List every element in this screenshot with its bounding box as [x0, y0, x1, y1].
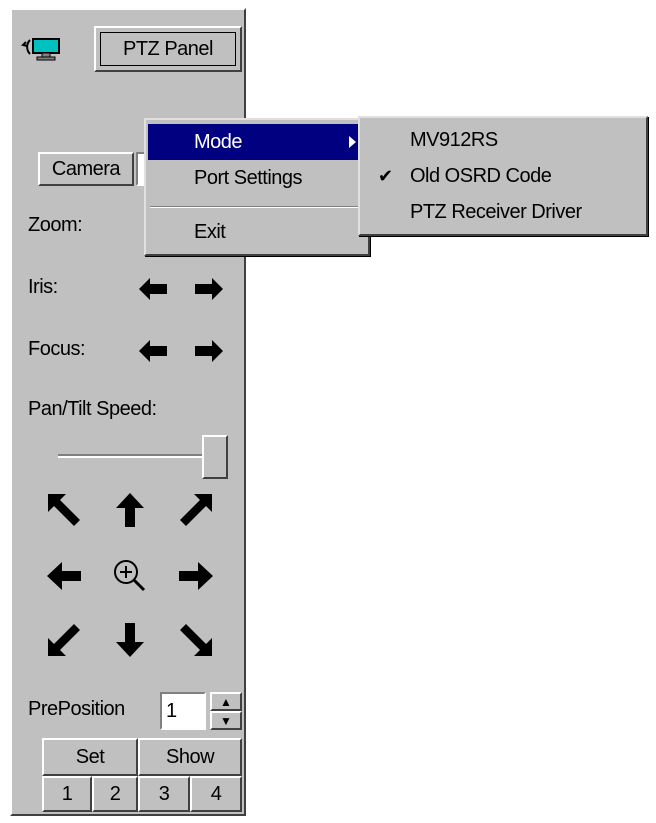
iris-right-button[interactable]	[192, 272, 226, 306]
mode-submenu: MV912RS ✔ Old OSRD Code PTZ Receiver Dri…	[358, 116, 648, 236]
arrow-up-icon	[116, 493, 144, 527]
preposition-input[interactable]: 1	[160, 692, 206, 730]
focus-right-button[interactable]	[192, 334, 226, 368]
preset-button-4[interactable]: 4	[190, 776, 242, 812]
pan-tilt-speed-slider[interactable]	[202, 435, 228, 479]
iris-left-button[interactable]	[136, 272, 170, 306]
checkmark-icon: ✔	[378, 166, 393, 186]
preposition-spin-up[interactable]: ▲	[210, 692, 242, 711]
pan-right-button[interactable]	[176, 556, 216, 596]
camera-network-icon[interactable]	[20, 30, 64, 64]
arrow-down-right-icon	[180, 624, 212, 656]
pan-tilt-speed-label: Pan/Tilt Speed:	[28, 398, 157, 420]
spin-up-icon: ▲	[220, 694, 232, 709]
arrow-up-right-icon	[180, 494, 212, 526]
camera-button[interactable]: Camera	[38, 152, 134, 186]
submenu-arrow-icon	[349, 136, 356, 148]
focus-label: Focus:	[28, 338, 86, 360]
preposition-label: PrePosition	[28, 698, 125, 720]
menu-item-mode[interactable]: Mode	[148, 124, 366, 160]
preset-button-2[interactable]: 2	[92, 776, 138, 812]
spin-down-icon: ▼	[220, 713, 232, 728]
pan-up-right-button[interactable]	[176, 490, 216, 530]
arrow-right-icon	[179, 562, 213, 590]
ptz-panel-label: PTZ Panel	[123, 37, 213, 60]
tilt-up-button[interactable]	[110, 490, 150, 530]
arrow-left-icon	[47, 562, 81, 590]
arrow-left-icon	[139, 340, 167, 362]
menu-item-exit[interactable]: Exit	[148, 214, 366, 250]
preposition-spin-down[interactable]: ▼	[210, 711, 242, 730]
pan-up-left-button[interactable]	[44, 490, 84, 530]
preset-button-3[interactable]: 3	[138, 776, 190, 812]
preset-button-1[interactable]: 1	[42, 776, 92, 812]
set-button[interactable]: Set	[42, 738, 138, 776]
zoom-center-button[interactable]	[110, 556, 150, 596]
show-button[interactable]: Show	[138, 738, 242, 776]
submenu-item-ptz-receiver-driver[interactable]: PTZ Receiver Driver	[362, 194, 644, 230]
pan-down-right-button[interactable]	[176, 620, 216, 660]
menu-item-port-settings[interactable]: Port Settings	[148, 160, 366, 196]
arrow-down-icon	[116, 623, 144, 657]
arrow-right-icon	[195, 340, 223, 362]
submenu-item-old-osrd-code[interactable]: ✔ Old OSRD Code	[362, 158, 644, 194]
pan-down-left-button[interactable]	[44, 620, 84, 660]
arrow-left-icon	[139, 278, 167, 300]
zoom-in-icon	[114, 560, 146, 592]
submenu-item-mv912rs[interactable]: MV912RS	[362, 122, 644, 158]
camera-button-label: Camera	[51, 157, 121, 180]
iris-label: Iris:	[28, 276, 58, 298]
ptz-panel-button[interactable]: PTZ Panel	[94, 26, 242, 72]
arrow-right-icon	[195, 278, 223, 300]
arrow-down-left-icon	[48, 624, 80, 656]
zoom-label: Zoom:	[28, 214, 83, 236]
pan-left-button[interactable]	[44, 556, 84, 596]
context-menu: Mode Port Settings Exit	[144, 118, 370, 256]
arrow-up-left-icon	[48, 494, 80, 526]
tilt-down-button[interactable]	[110, 620, 150, 660]
focus-left-button[interactable]	[136, 334, 170, 368]
menu-separator	[150, 206, 364, 208]
